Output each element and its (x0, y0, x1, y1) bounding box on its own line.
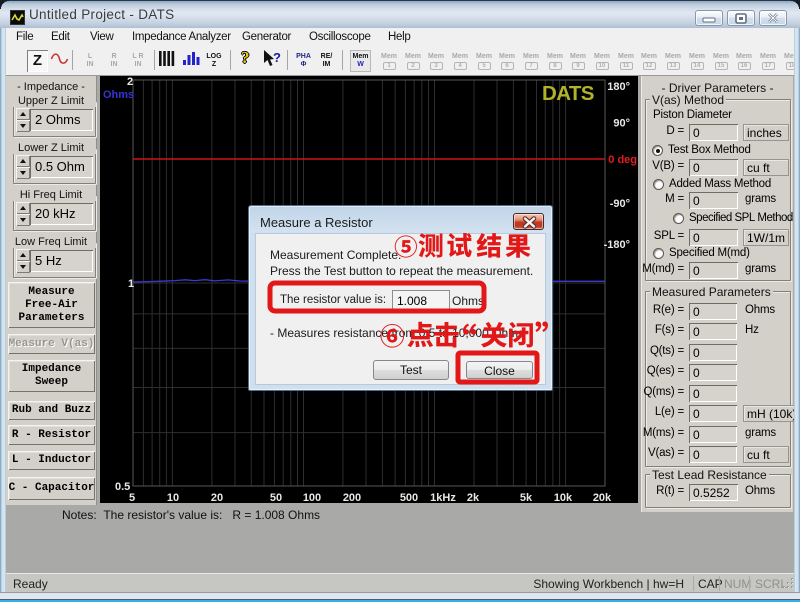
svg-text:180°: 180° (607, 81, 630, 93)
svg-text:1: 1 (128, 278, 134, 290)
svg-text:500: 500 (400, 492, 418, 503)
svg-text:-180°: -180° (604, 239, 630, 251)
svg-text:200: 200 (343, 492, 361, 503)
svg-text:5k: 5k (520, 492, 533, 503)
svg-text:2: 2 (127, 76, 133, 88)
svg-text:Ohms: Ohms (103, 89, 134, 101)
svg-text:?: ? (273, 50, 281, 65)
svg-text:20: 20 (211, 492, 223, 503)
svg-text:-90°: -90° (610, 198, 630, 210)
svg-text:10: 10 (167, 492, 179, 503)
svg-text:20k: 20k (593, 492, 612, 503)
svg-text:2k: 2k (467, 492, 480, 503)
svg-text:50: 50 (270, 492, 282, 503)
svg-text:90°: 90° (613, 118, 630, 130)
svg-text:1kHz: 1kHz (430, 492, 456, 503)
svg-text:5: 5 (129, 492, 135, 503)
svg-text:100: 100 (303, 492, 321, 503)
svg-text:DATS: DATS (542, 82, 594, 105)
svg-text:0 deg: 0 deg (608, 154, 637, 166)
svg-text:10k: 10k (554, 492, 573, 503)
